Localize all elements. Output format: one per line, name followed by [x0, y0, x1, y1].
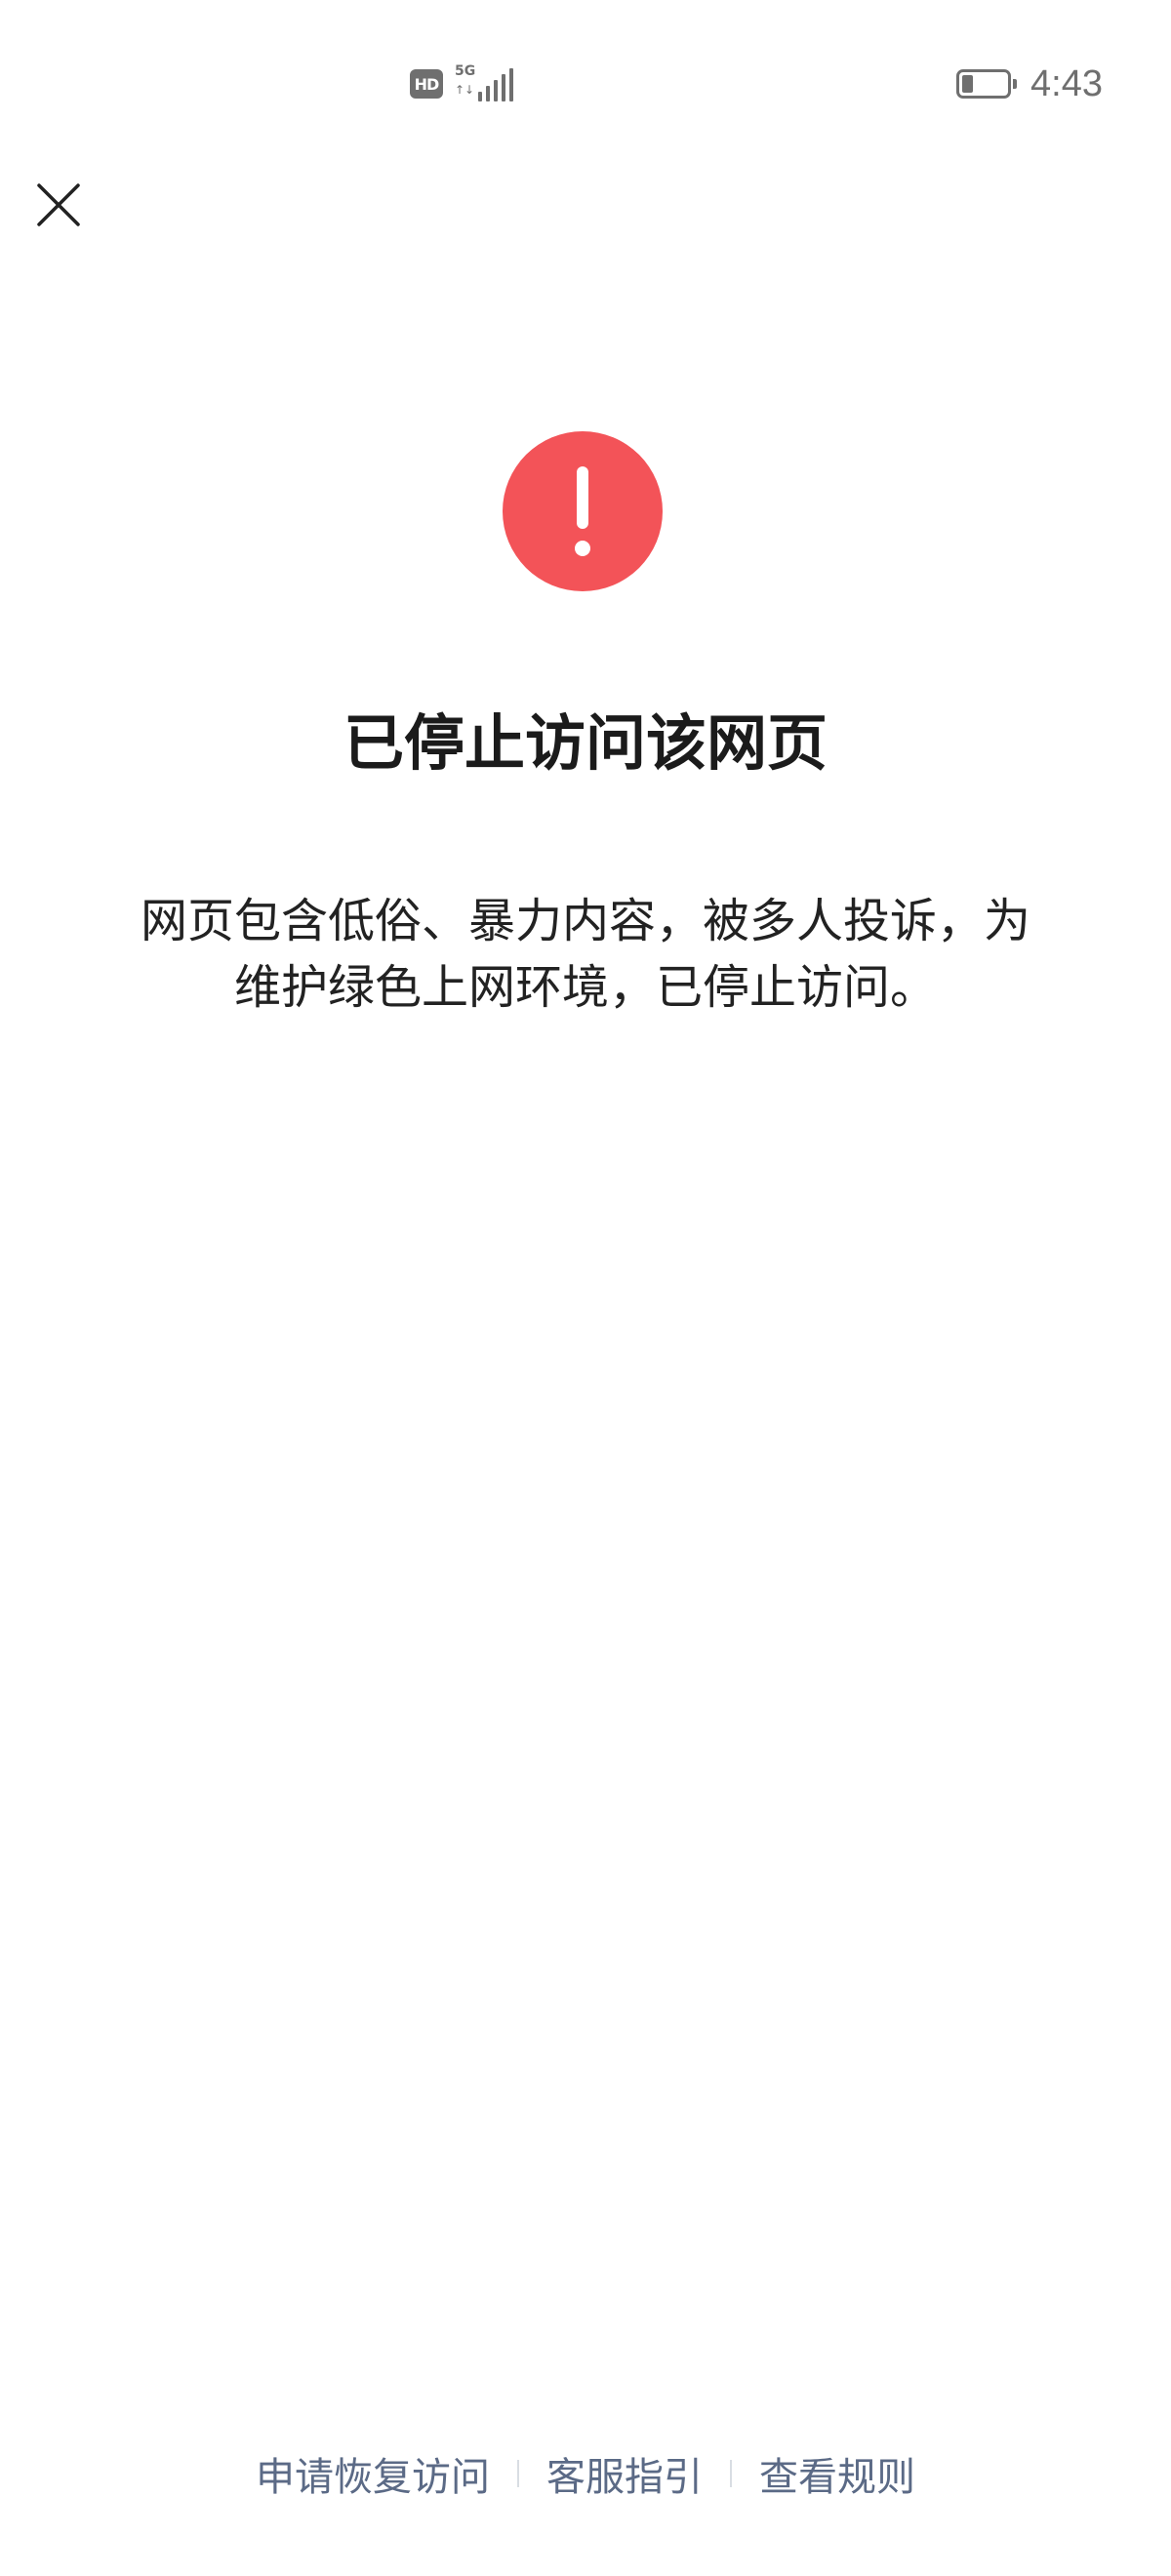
battery-low-icon [956, 69, 1018, 99]
close-button[interactable] [29, 176, 88, 234]
description-line: 网页包含低俗、暴力内容，被多人投诉，为 [140, 894, 1030, 948]
signal-icon: 5G ↑↓ [455, 64, 517, 103]
page-title: 已停止访问该网页 [343, 707, 828, 779]
network-type-label: 5G [455, 63, 476, 79]
exclamation-circle-icon [503, 431, 663, 591]
footer-links: 申请恢复访问 客服指引 查看规则 [0, 2439, 1171, 2508]
data-arrows-icon: ↑↓ [455, 83, 475, 97]
network-status: HD 5G ↑↓ [410, 64, 517, 103]
hd-badge: HD [410, 69, 443, 99]
battery-clock: 4:43 [956, 62, 1103, 104]
customer-service-guide-link[interactable]: 客服指引 [546, 2445, 703, 2502]
status-bar: HD 5G ↑↓ 4:43 [0, 0, 1171, 156]
description-line: 维护绿色上网环境，已停止访问。 [233, 960, 937, 1015]
request-restore-access-link[interactable]: 申请恢复访问 [256, 2445, 490, 2502]
view-rules-link[interactable]: 查看规则 [759, 2445, 915, 2502]
close-icon [37, 183, 80, 226]
divider [730, 2460, 732, 2487]
page-description: 网页包含低俗、暴力内容，被多人投诉，为 维护绿色上网环境，已停止访问。 [98, 888, 1073, 1021]
divider [517, 2460, 519, 2487]
signal-bars-icon [478, 68, 513, 101]
status-time: 4:43 [1030, 62, 1103, 104]
